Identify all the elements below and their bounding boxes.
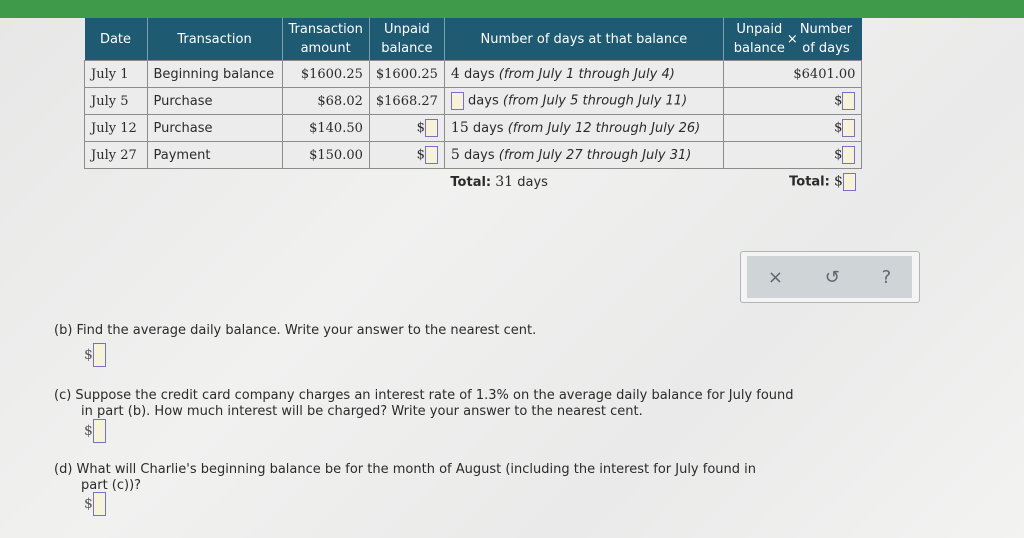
days-text: days bbox=[463, 67, 495, 82]
row-product: $ bbox=[722, 87, 863, 115]
answer-d-input[interactable] bbox=[92, 492, 106, 516]
answer-b: $ bbox=[84, 343, 106, 367]
question-d-line2: part (c))? bbox=[81, 478, 142, 493]
total-product-input[interactable] bbox=[842, 173, 856, 191]
days-range: (from July 1 through July 4) bbox=[498, 67, 675, 82]
row-amount: $68.02 bbox=[281, 87, 370, 115]
row-days: 15 days (from July 12 through July 26) bbox=[443, 114, 724, 142]
days-text: days bbox=[468, 93, 499, 109]
question-b: (b) Find the average daily balance. Writ… bbox=[54, 323, 537, 338]
average-daily-balance-table: Date Transaction Transaction amount Unpa… bbox=[84, 18, 863, 196]
currency-prefix: $ bbox=[84, 496, 93, 512]
header-unpaid-balance: Unpaid balance bbox=[369, 18, 445, 61]
row-unpaid: $1600.25 bbox=[368, 60, 445, 88]
answer-d: $ bbox=[84, 492, 106, 516]
row-amount: $150.00 bbox=[281, 141, 370, 169]
table-row: July 1 Beginning balance $1600.25 $1600.… bbox=[84, 60, 863, 88]
row-transaction: Purchase bbox=[146, 87, 283, 115]
question-d-line1: (d) What will Charlie's beginning balanc… bbox=[54, 462, 756, 477]
row-date: July 5 bbox=[84, 87, 148, 115]
answer-toolbox: × ↺ ? bbox=[740, 251, 920, 303]
question-c: (c) Suppose the credit card company char… bbox=[54, 388, 794, 420]
product-input[interactable] bbox=[842, 119, 856, 137]
currency-prefix: $ bbox=[834, 120, 843, 136]
row-product: $ bbox=[722, 114, 863, 142]
days-count: 5 bbox=[450, 147, 460, 163]
table-header-row: Date Transaction Transaction amount Unpa… bbox=[84, 18, 862, 61]
answer-c-input[interactable] bbox=[92, 419, 106, 443]
row-product: $6401.00 bbox=[722, 60, 863, 88]
header-amount-line1: Transaction bbox=[288, 22, 363, 37]
header-product-left1: Unpaid bbox=[736, 22, 783, 37]
product-input[interactable] bbox=[842, 92, 856, 110]
total-days-label: Total: bbox=[450, 175, 492, 190]
currency-prefix: $ bbox=[416, 120, 425, 136]
header-amount-line2: amount bbox=[300, 41, 351, 56]
header-unpaid-line2: balance bbox=[381, 41, 433, 56]
unpaid-input[interactable] bbox=[424, 146, 438, 164]
days-range: (from July 5 through July 11) bbox=[502, 93, 688, 109]
product-input[interactable] bbox=[842, 146, 856, 164]
header-date: Date bbox=[84, 18, 148, 61]
times-symbol: × bbox=[786, 31, 798, 47]
header-product: Unpaid balance × Number of days bbox=[723, 18, 862, 61]
days-count: 4 bbox=[450, 66, 460, 82]
total-days-unit: days bbox=[517, 175, 548, 190]
row-date: July 27 bbox=[84, 141, 148, 169]
table-row: July 27 Payment $150.00 $ 5 days (from J… bbox=[84, 141, 863, 169]
total-product-label: Total: bbox=[789, 174, 830, 190]
days-range: (from July 12 through July 26) bbox=[507, 121, 701, 136]
unpaid-input[interactable] bbox=[424, 119, 438, 137]
currency-prefix: $ bbox=[416, 147, 425, 163]
question-c-line1: (c) Suppose the credit card company char… bbox=[54, 388, 794, 403]
row-unpaid: $1668.27 bbox=[368, 87, 445, 115]
days-range: (from July 27 through July 31) bbox=[498, 148, 692, 163]
row-transaction: Payment bbox=[146, 141, 283, 169]
currency-prefix: $ bbox=[833, 173, 843, 190]
table-row: July 5 Purchase $68.02 $1668.27 days (fr… bbox=[84, 87, 863, 115]
days-text: days bbox=[472, 121, 504, 136]
row-transaction: Beginning balance bbox=[146, 60, 283, 88]
top-bar bbox=[0, 0, 1024, 18]
totals-row: Total: 31 days Total: $ bbox=[85, 169, 862, 196]
header-product-left2: balance bbox=[733, 41, 785, 56]
row-unpaid: $ bbox=[368, 141, 445, 169]
answer-b-input[interactable] bbox=[92, 343, 106, 367]
days-input[interactable] bbox=[450, 92, 464, 110]
row-days: 5 days (from July 27 through July 31) bbox=[443, 141, 724, 169]
question-d: (d) What will Charlie's beginning balanc… bbox=[54, 462, 756, 494]
currency-prefix: $ bbox=[84, 423, 93, 439]
header-unpaid-line1: Unpaid bbox=[383, 22, 430, 37]
days-text: days bbox=[463, 148, 495, 163]
total-days-value: 31 bbox=[495, 174, 514, 190]
row-product: $ bbox=[722, 141, 863, 169]
row-date: July 12 bbox=[84, 114, 148, 142]
header-product-right1: Number bbox=[799, 22, 853, 37]
row-days: 4 days (from July 1 through July 4) bbox=[443, 60, 724, 88]
row-days: days (from July 5 through July 11) bbox=[443, 87, 724, 115]
row-amount: $140.50 bbox=[281, 114, 370, 142]
row-transaction: Purchase bbox=[146, 114, 283, 142]
currency-prefix: $ bbox=[834, 93, 843, 109]
header-transaction-amount: Transaction amount bbox=[282, 18, 370, 61]
currency-prefix: $ bbox=[834, 147, 843, 163]
days-count: 15 bbox=[450, 120, 469, 136]
total-product: Total: $ bbox=[723, 169, 862, 196]
total-days: Total: 31 days bbox=[444, 169, 723, 196]
row-amount: $1600.25 bbox=[281, 60, 370, 88]
currency-prefix: $ bbox=[84, 347, 93, 363]
row-unpaid: $ bbox=[368, 114, 445, 142]
row-date: July 1 bbox=[84, 60, 148, 88]
clear-icon[interactable]: × bbox=[768, 267, 783, 288]
header-transaction: Transaction bbox=[147, 18, 283, 61]
table-row: July 12 Purchase $140.50 $ 15 days (from… bbox=[84, 114, 863, 142]
help-icon[interactable]: ? bbox=[882, 267, 892, 288]
question-c-line2: in part (b). How much interest will be c… bbox=[81, 404, 643, 419]
header-number-of-days: Number of days at that balance bbox=[444, 18, 724, 61]
answer-c: $ bbox=[84, 419, 106, 443]
undo-icon[interactable]: ↺ bbox=[825, 267, 840, 288]
header-product-right2: of days bbox=[802, 41, 850, 56]
